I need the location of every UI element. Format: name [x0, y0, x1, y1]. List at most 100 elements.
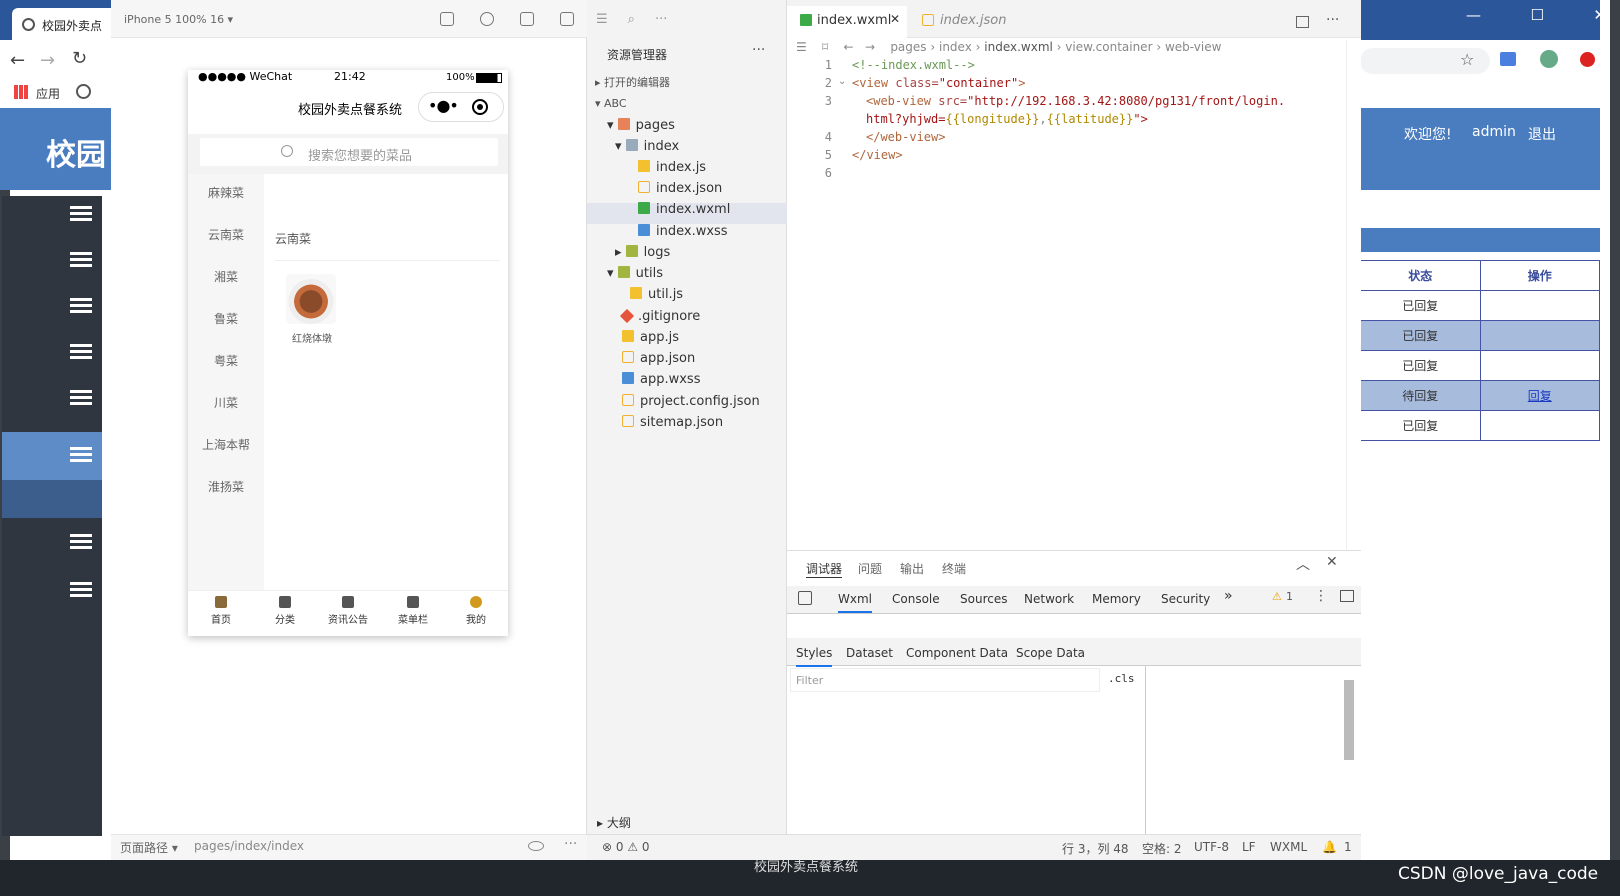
outline-section[interactable]: ▸ 大纲 — [597, 814, 631, 831]
styles-scrollbar[interactable] — [1344, 680, 1354, 760]
star-icon[interactable]: ☆ — [1460, 50, 1474, 69]
split-editor-icon[interactable] — [1296, 16, 1309, 28]
category-item[interactable]: 鲁菜 — [188, 310, 264, 327]
menu-stack-icon[interactable] — [70, 298, 92, 314]
back-arrow-icon[interactable]: ← — [843, 40, 853, 54]
tab-sources[interactable]: Sources — [960, 592, 1007, 606]
tab-console[interactable]: Console — [892, 592, 940, 606]
line-ending[interactable]: LF — [1242, 840, 1256, 854]
tab-security[interactable]: Security — [1161, 592, 1210, 606]
menu-stack-icon[interactable] — [70, 390, 92, 406]
breadcrumb-item[interactable]: web-view — [1165, 40, 1221, 54]
browser-tab[interactable]: 校园外卖点 — [12, 8, 122, 40]
category-item[interactable]: 麻辣菜 — [188, 184, 264, 201]
tree-item-file[interactable]: .gitignore — [619, 308, 700, 324]
category-item[interactable]: 淮扬菜 — [188, 478, 264, 495]
tree-item-file[interactable]: project.config.json — [622, 394, 760, 409]
globe-icon[interactable] — [76, 84, 91, 99]
tab-dataset[interactable]: Dataset — [846, 646, 893, 660]
tab-terminal[interactable]: 终端 — [942, 560, 966, 577]
record-icon[interactable] — [480, 12, 494, 26]
tree-item-utils[interactable]: ▾ utils — [607, 266, 663, 281]
profile-avatar[interactable] — [1540, 50, 1558, 68]
list-icon[interactable]: ☰ — [596, 12, 608, 27]
apps-grid-icon[interactable] — [14, 85, 28, 99]
forward-arrow-icon[interactable]: → — [40, 50, 55, 71]
more-icon[interactable]: ··· — [752, 42, 765, 58]
menu-stack-icon[interactable] — [70, 206, 92, 222]
code-line-4[interactable]: </web-view> — [866, 130, 945, 144]
styles-filter-input[interactable]: Filter — [790, 668, 1100, 692]
search-icon[interactable]: ⌕ — [628, 12, 635, 27]
category-item[interactable]: 上海本帮 — [188, 436, 264, 453]
bookmark-apps[interactable]: 应用 — [36, 85, 60, 102]
notifications-icon[interactable]: 🔔 — [1322, 840, 1337, 854]
breadcrumb-item[interactable]: index — [939, 40, 972, 54]
indent-setting[interactable]: 空格: 2 — [1142, 840, 1182, 857]
tree-item-logs[interactable]: ▸ logs — [615, 245, 670, 260]
tab-output[interactable]: 输出 — [900, 560, 924, 577]
menu-stack-icon[interactable] — [70, 252, 92, 268]
close-miniprogram-icon[interactable] — [472, 99, 488, 115]
tab-home[interactable]: 首页 — [191, 596, 251, 626]
extension-icon[interactable] — [1500, 52, 1516, 66]
tab-memory[interactable]: Memory — [1092, 592, 1141, 606]
tab-scope-data[interactable]: Scope Data — [1016, 646, 1085, 660]
tree-item-file[interactable]: util.js — [630, 287, 683, 302]
tree-item-file[interactable]: app.js — [622, 330, 679, 345]
category-item[interactable]: 川菜 — [188, 394, 264, 411]
list-icon[interactable]: ☰ — [796, 40, 807, 54]
code-line-5[interactable]: </view> — [852, 148, 903, 162]
code-line-2[interactable]: <view class="container"> — [852, 76, 1025, 90]
sidebar-subitem-active[interactable] — [2, 480, 102, 518]
tree-item-file[interactable]: sitemap.json — [622, 415, 723, 430]
category-item[interactable]: 云南菜 — [188, 226, 264, 243]
close-icon[interactable]: ✕ — [1593, 6, 1606, 24]
category-item[interactable]: 湘菜 — [188, 268, 264, 285]
code-line-1[interactable]: <!--index.wxml--> — [852, 58, 975, 72]
volume-icon[interactable] — [520, 12, 534, 26]
warning-icon[interactable]: ⚠ — [1272, 590, 1282, 603]
editor-scrollbar[interactable] — [1346, 40, 1358, 550]
breadcrumb-item[interactable]: view.container — [1065, 40, 1152, 54]
kebab-menu-icon[interactable]: ⋮ — [1314, 588, 1328, 604]
more-icon[interactable]: ··· — [655, 12, 667, 27]
dish-name[interactable]: 红烧体墩 — [292, 330, 332, 345]
more-icon[interactable]: ··· — [1326, 12, 1339, 28]
taskbar-window-title[interactable]: 校园外卖点餐系统 — [754, 856, 858, 875]
cls-toggle[interactable]: .cls — [1108, 672, 1135, 685]
project-section[interactable]: ▾ ABC — [595, 97, 627, 110]
menu-stack-icon[interactable] — [70, 344, 92, 360]
more-dots-icon[interactable]: •●• — [428, 96, 459, 115]
fold-chevron-icon[interactable]: ⌄ — [838, 76, 846, 87]
tab-mine[interactable]: 我的 — [446, 596, 506, 626]
more-icon[interactable]: ··· — [564, 836, 577, 852]
tree-item-file[interactable]: index.json — [638, 181, 722, 196]
minimize-icon[interactable]: — — [1466, 6, 1481, 24]
tab-wxml[interactable]: Wxml — [838, 592, 872, 613]
inspect-element-icon[interactable] — [798, 591, 812, 605]
bookmark-icon[interactable]: ⌑ — [822, 40, 828, 54]
breadcrumb-item[interactable]: index.wxml — [984, 40, 1053, 54]
tab-network[interactable]: Network — [1024, 592, 1074, 606]
back-arrow-icon[interactable]: ← — [10, 50, 25, 71]
maximize-icon[interactable]: ☐ — [1530, 6, 1543, 24]
tab-category[interactable]: 分类 — [255, 596, 315, 626]
tree-item-file[interactable]: app.json — [622, 351, 695, 366]
tab-problems[interactable]: 问题 — [858, 560, 882, 577]
close-icon[interactable]: ✕ — [1326, 554, 1338, 570]
tab-debugger[interactable]: 调试器 — [806, 560, 843, 578]
editor-tab-inactive[interactable]: index.json — [940, 13, 1007, 28]
pane-divider[interactable] — [1145, 666, 1146, 834]
reload-icon[interactable]: ↻ — [72, 48, 87, 69]
dish-image[interactable] — [286, 274, 336, 324]
eye-icon[interactable] — [528, 841, 544, 851]
tab-component-data[interactable]: Component Data — [906, 646, 1008, 660]
category-item[interactable]: 粤菜 — [188, 352, 264, 369]
phone-icon[interactable] — [440, 12, 454, 26]
tree-item-file[interactable]: app.wxss — [622, 372, 700, 387]
sidebar-item-active[interactable] — [2, 432, 102, 480]
code-line-3-wrap[interactable]: html?yhjwd={{longitude}},{{latitude}}"> — [866, 112, 1148, 126]
logout-link[interactable]: 退出 — [1528, 124, 1556, 144]
error-warning-count[interactable]: ⊗ 0 ⚠ 0 — [602, 840, 650, 854]
